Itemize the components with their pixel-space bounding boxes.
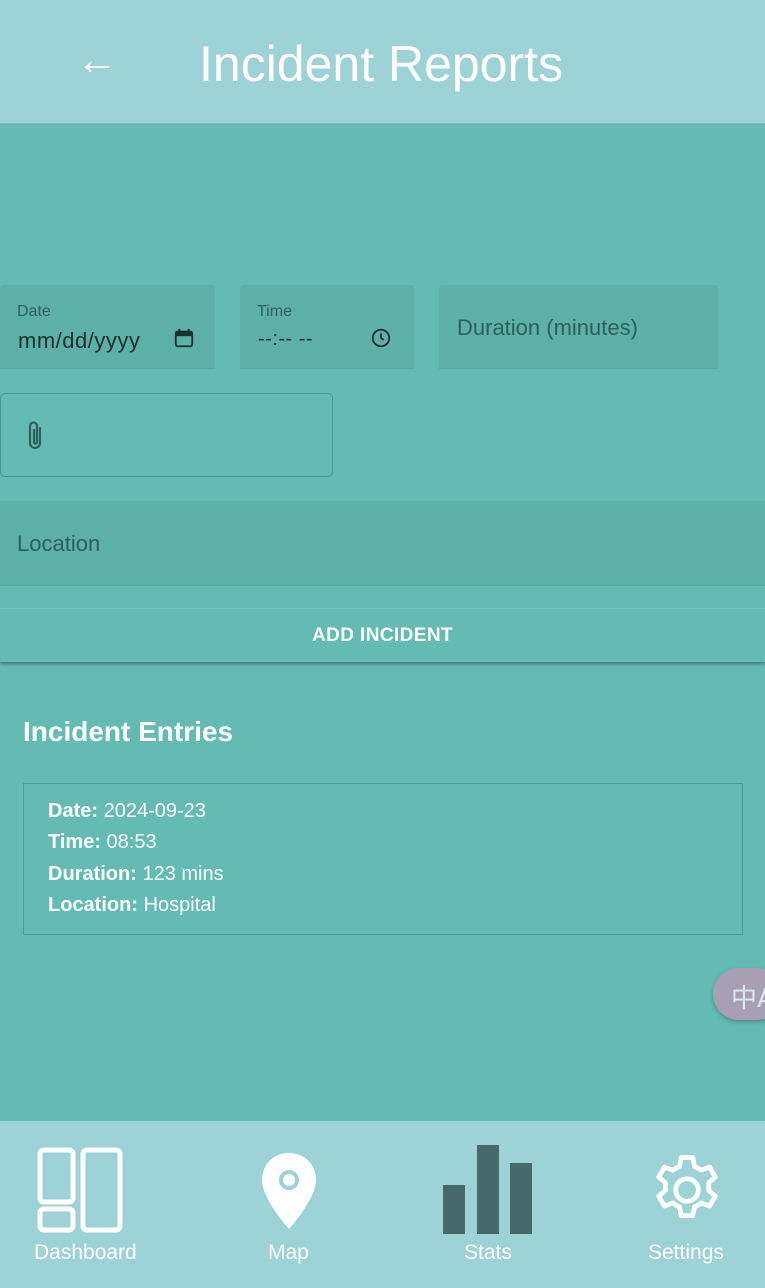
nav-item-stats[interactable]: Stats — [440, 1121, 536, 1288]
time-field-label: Time — [257, 303, 292, 320]
date-field[interactable]: Date mm/dd/yyyy — [0, 285, 215, 369]
app-header: ← Incident Reports — [0, 0, 765, 124]
bar-chart-icon — [443, 1145, 532, 1234]
entry-duration: Duration: 123 mins — [48, 863, 224, 886]
entry-date: Date: 2024-09-23 — [48, 800, 206, 823]
bottom-nav: Dashboard Map Stats Settings — [0, 1121, 765, 1288]
translate-button[interactable]: 中A — [713, 968, 765, 1020]
add-incident-button[interactable]: ADD INCIDENT — [0, 608, 765, 662]
entry-location-label: Location: — [48, 894, 138, 916]
attachment-input[interactable] — [0, 393, 333, 477]
entry-date-value: 2024-09-23 — [103, 800, 206, 822]
back-button[interactable]: ← — [72, 32, 122, 88]
map-pin-icon — [262, 1153, 316, 1229]
page-title: Incident Reports — [199, 36, 564, 92]
incident-entry-card: Date: 2024-09-23 Time: 08:53 Duration: 1… — [23, 783, 743, 935]
nav-label-dashboard: Dashboard — [34, 1241, 137, 1264]
duration-placeholder: Duration (minutes) — [457, 315, 638, 340]
entry-duration-label: Duration: — [48, 863, 137, 885]
location-field[interactable]: Location — [0, 501, 765, 586]
duration-field[interactable]: Duration (minutes) — [439, 285, 718, 369]
entry-duration-value: 123 mins — [142, 863, 224, 885]
nav-item-dashboard[interactable]: Dashboard — [20, 1121, 150, 1288]
entry-location-value: Hospital — [143, 894, 216, 916]
nav-item-map[interactable]: Map — [250, 1121, 330, 1288]
nav-item-settings[interactable]: Settings — [640, 1121, 740, 1288]
time-field[interactable]: Time --:-- -- — [240, 285, 414, 369]
nav-label-stats: Stats — [464, 1241, 512, 1264]
time-field-value: --:-- -- — [258, 328, 314, 350]
location-placeholder: Location — [17, 531, 101, 556]
nav-label-map: Map — [268, 1241, 309, 1264]
gear-icon — [656, 1155, 718, 1219]
entry-location: Location: Hospital — [48, 894, 216, 917]
paperclip-icon — [28, 421, 42, 450]
entry-time-label: Time: — [48, 831, 101, 853]
translate-icon: 中A — [731, 984, 765, 1014]
nav-label-settings: Settings — [648, 1241, 724, 1264]
date-field-value: mm/dd/yyyy — [18, 328, 141, 353]
calendar-icon[interactable] — [173, 327, 195, 349]
entry-date-label: Date: — [48, 800, 99, 822]
entries-heading: Incident Entries — [23, 716, 234, 747]
back-arrow-icon: ← — [76, 36, 118, 83]
entry-time: Time: 08:53 — [48, 831, 157, 854]
dashboard-icon — [37, 1147, 123, 1233]
date-field-label: Date — [17, 303, 51, 320]
entry-time-value: 08:53 — [106, 831, 157, 853]
clock-icon[interactable] — [370, 327, 392, 349]
